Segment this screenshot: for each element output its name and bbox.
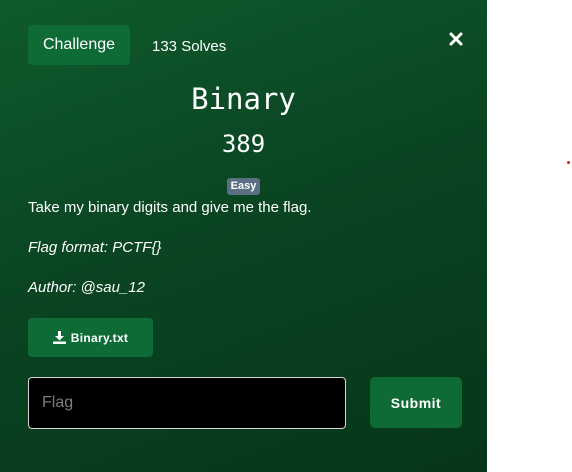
challenge-title: Binary [191, 82, 296, 116]
download-icon [52, 331, 66, 344]
cursor-dot [567, 161, 570, 164]
challenge-description: Take my binary digits and give me the fl… [28, 199, 312, 216]
close-icon [449, 32, 463, 46]
submit-button[interactable]: Submit [370, 377, 462, 428]
challenge-modal: Challenge 133 Solves Binary 389 Easy Tak… [0, 0, 487, 472]
tab-challenge[interactable]: Challenge [28, 25, 130, 65]
flag-input[interactable] [28, 377, 346, 429]
download-file-button[interactable]: Binary.txt [28, 318, 153, 357]
challenge-points: 389 [221, 130, 266, 158]
download-file-label: Binary.txt [70, 330, 129, 345]
flag-format-text: Flag format: PCTF{} [28, 239, 162, 256]
close-button[interactable] [444, 26, 468, 52]
tab-solves[interactable]: 133 Solves [152, 25, 226, 65]
difficulty-badge: Easy [226, 178, 261, 195]
author-text: Author: @sau_12 [28, 279, 145, 296]
